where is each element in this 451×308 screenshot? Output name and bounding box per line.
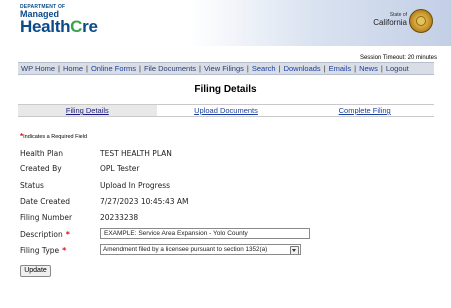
- filing-tabs: Filing Details Upload Documents Complete…: [18, 104, 434, 117]
- nav-separator: |: [138, 64, 141, 73]
- session-timeout: Session Timeout: 20 minutes: [359, 55, 437, 61]
- nav-search[interactable]: Search: [252, 64, 276, 73]
- required-star-icon: *: [20, 132, 24, 141]
- health-plan-value: TEST HEALTH PLAN: [100, 149, 172, 158]
- nav-view-filings[interactable]: View Filings: [204, 64, 244, 73]
- update-button[interactable]: Update: [20, 265, 51, 277]
- state-label: State of California: [373, 12, 407, 27]
- nav-separator: |: [86, 64, 88, 73]
- dmhc-logo[interactable]: DEPARTMENT OF Managed HealthCre: [20, 4, 98, 35]
- chevron-down-icon[interactable]: [290, 246, 299, 254]
- health-plan-label: Health Plan: [20, 149, 63, 158]
- filing-number-value: 20233238: [100, 213, 139, 222]
- nav-separator: |: [380, 64, 383, 73]
- nav-separator: |: [246, 64, 249, 73]
- nav-separator: |: [278, 64, 281, 73]
- nav-separator: |: [199, 64, 201, 73]
- nav-downloads[interactable]: Downloads: [284, 64, 321, 73]
- california-seal-icon: [409, 9, 433, 33]
- status-value: Upload In Progress: [100, 181, 171, 190]
- filing-number-label: Filing Number: [20, 213, 73, 222]
- site-header: DEPARTMENT OF Managed HealthCre State of…: [0, 0, 451, 46]
- california-text: California: [373, 18, 407, 27]
- required-star-icon: *: [65, 230, 70, 239]
- created-by-value: OPL Tester: [100, 164, 140, 173]
- page-title: Filing Details: [194, 84, 257, 95]
- nav-wp-home[interactable]: WP Home: [21, 64, 55, 73]
- nav-logout[interactable]: Logout: [386, 64, 409, 73]
- top-nav: WP Home | Home | Online Forms | File Docume…: [18, 62, 434, 75]
- filing-type-select[interactable]: Amendment filed by a licensee pursuant t…: [100, 244, 301, 255]
- filing-type-selected-value: Amendment filed by a licensee pursuant t…: [103, 246, 268, 253]
- logo-health-care: HealthCre: [20, 17, 98, 36]
- status-label: Status: [20, 181, 44, 190]
- required-star-icon: *: [62, 246, 67, 255]
- nav-separator: |: [323, 64, 326, 73]
- nav-home[interactable]: Home: [63, 64, 83, 73]
- created-by-label: Created By: [20, 164, 62, 173]
- nav-emails[interactable]: Emails: [329, 64, 352, 73]
- nav-online-forms[interactable]: Online Forms: [91, 64, 136, 73]
- tab-filing-details[interactable]: Filing Details: [18, 105, 157, 116]
- description-input[interactable]: EXAMPLE: Service Area Expansion - Yolo C…: [100, 228, 310, 239]
- nav-file-documents[interactable]: File Documents: [144, 64, 196, 73]
- nav-news[interactable]: News: [359, 64, 378, 73]
- tab-complete-filing[interactable]: Complete Filing: [295, 105, 434, 116]
- nav-separator: |: [58, 64, 60, 73]
- required-field-note: *Indicates a Required Field: [20, 132, 88, 141]
- filing-type-label: Filing Type *: [20, 246, 67, 255]
- date-created-label: Date Created: [20, 197, 70, 206]
- tab-upload-documents[interactable]: Upload Documents: [157, 105, 296, 116]
- description-label: Description *: [20, 230, 70, 239]
- nav-separator: |: [354, 64, 357, 73]
- date-created-value: 7/27/2023 10:45:43 AM: [100, 197, 189, 206]
